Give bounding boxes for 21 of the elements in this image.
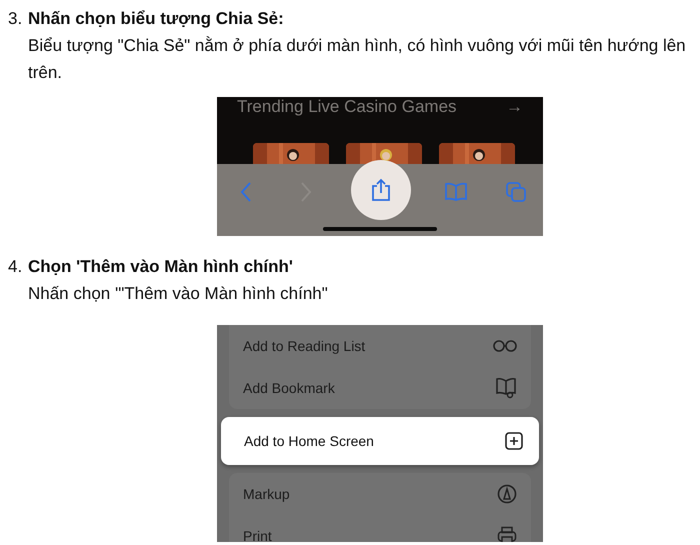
add-icon xyxy=(505,432,523,450)
section-heading: Trending Live Casino Games xyxy=(237,97,457,117)
arrow-link[interactable]: → xyxy=(506,97,523,117)
menu-item[interactable]: Add to Home Screen xyxy=(221,417,539,465)
chevron-left-icon xyxy=(239,181,253,203)
book-icon xyxy=(444,182,468,202)
menu-item[interactable]: Add Bookmark xyxy=(229,367,531,409)
menu-item[interactable]: Print xyxy=(229,515,531,542)
book-icon xyxy=(495,377,517,399)
step-title: Chọn 'Thêm vào Màn hình chính' xyxy=(28,256,293,278)
step-description: Nhấn chọn '"Thêm vào Màn hình chính" xyxy=(28,283,329,305)
glasses-icon xyxy=(493,339,517,353)
step-description: Biểu tượng "Chia Sẻ" nằm ở phía dưới màn hình, có hình vuông với mũi tên hướng lên trên. xyxy=(28,35,687,84)
step-number: 3. xyxy=(8,8,24,30)
step-title: Nhấn chọn biểu tượng Chia Sẻ: xyxy=(28,8,284,30)
menu-item[interactable]: Add to Reading List xyxy=(229,325,531,367)
pen-icon xyxy=(497,484,517,504)
menu-item[interactable]: Markup xyxy=(229,473,531,515)
share-icon xyxy=(371,178,391,202)
tabs-icon xyxy=(505,181,527,203)
step-number: 4. xyxy=(8,256,24,278)
